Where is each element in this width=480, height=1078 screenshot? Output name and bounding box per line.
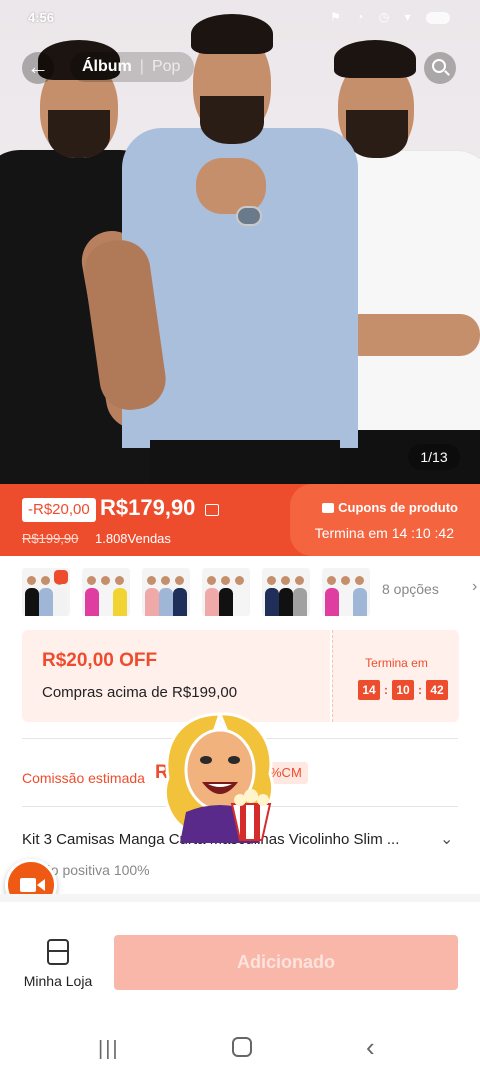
current-price: R$179,90: [100, 495, 196, 520]
status-icons: ⚑ ◔ ◷ ▾: [330, 10, 450, 24]
search-icon[interactable]: [424, 52, 456, 84]
voucher-timer-area: Termina em 14 : 10 : 42: [332, 630, 459, 722]
discount-badge: -R$20,00: [22, 498, 96, 522]
timer-hours: 14: [358, 680, 380, 700]
commission-label: Comissão estimada: [22, 770, 145, 786]
tab-separator: |: [139, 58, 144, 75]
bottom-action-bar: Minha Loja Adicionado: [0, 902, 480, 1020]
original-price: R$199,90: [22, 531, 79, 546]
status-time: 4:56: [28, 10, 55, 25]
voucher-ends-label: Termina em: [365, 656, 428, 670]
options-count[interactable]: 8 opções: [382, 581, 439, 597]
chevron-down-icon[interactable]: ⌄: [440, 829, 453, 849]
voucher-amount: R$20,00 OFF: [42, 650, 158, 671]
variant-thumb[interactable]: [202, 568, 250, 616]
variant-thumb[interactable]: [142, 568, 190, 616]
popcorn-sticker: [163, 712, 275, 843]
variant-thumb[interactable]: [82, 568, 130, 616]
coupon-icon: [322, 503, 335, 513]
timer-seconds: 42: [426, 680, 448, 700]
chevron-right-icon[interactable]: ›: [472, 578, 477, 596]
product-image-carousel[interactable]: 4:56 ⚑ ◔ ◷ ▾ ← Álbum | Pop 1/13: [0, 0, 480, 484]
hot-badge-icon: [54, 570, 68, 584]
status-bar: 4:56 ⚑ ◔ ◷ ▾: [0, 0, 480, 36]
variant-thumb[interactable]: [322, 568, 370, 616]
timer-minutes: 10: [392, 680, 414, 700]
voucher-timer: 14 : 10 : 42: [358, 680, 448, 700]
voucher-condition: Compras acima de R$199,00: [42, 684, 238, 701]
price-tag-icon: [205, 504, 219, 516]
media-tab-switch[interactable]: Álbum | Pop: [70, 52, 194, 82]
added-button[interactable]: Adicionado: [114, 935, 458, 990]
home-icon[interactable]: [232, 1037, 252, 1057]
tab-album[interactable]: Álbum: [82, 58, 132, 76]
section-gap: [0, 894, 480, 902]
coupon-area[interactable]: [290, 484, 480, 556]
flash-countdown: Termina em 14 :10 :42: [314, 525, 454, 541]
coupon-title[interactable]: Cupons de produto: [322, 500, 458, 515]
recents-icon[interactable]: |||: [98, 1038, 120, 1061]
store-icon: [47, 939, 69, 965]
tab-pop[interactable]: Pop: [152, 58, 180, 76]
sold-count: 1.808Vendas: [95, 531, 171, 546]
my-store-button[interactable]: Minha Loja: [22, 939, 94, 989]
price-band: -R$20,00 R$179,90 R$199,90 1.808Vendas C…: [0, 484, 480, 556]
system-nav-bar: ||| ‹: [0, 1020, 480, 1078]
variant-selector[interactable]: 8 opções ›: [22, 568, 477, 618]
variant-thumb[interactable]: [22, 568, 70, 616]
product-page: 4:56 ⚑ ◔ ◷ ▾ ← Álbum | Pop 1/13 -R$20,00…: [0, 0, 480, 1078]
battery-icon: [426, 11, 450, 24]
image-counter: 1/13: [408, 444, 460, 470]
back-arrow-icon[interactable]: ←: [22, 52, 54, 84]
back-nav-icon[interactable]: ‹: [366, 1032, 375, 1063]
my-store-label: Minha Loja: [23, 973, 93, 989]
variant-thumb[interactable]: [262, 568, 310, 616]
